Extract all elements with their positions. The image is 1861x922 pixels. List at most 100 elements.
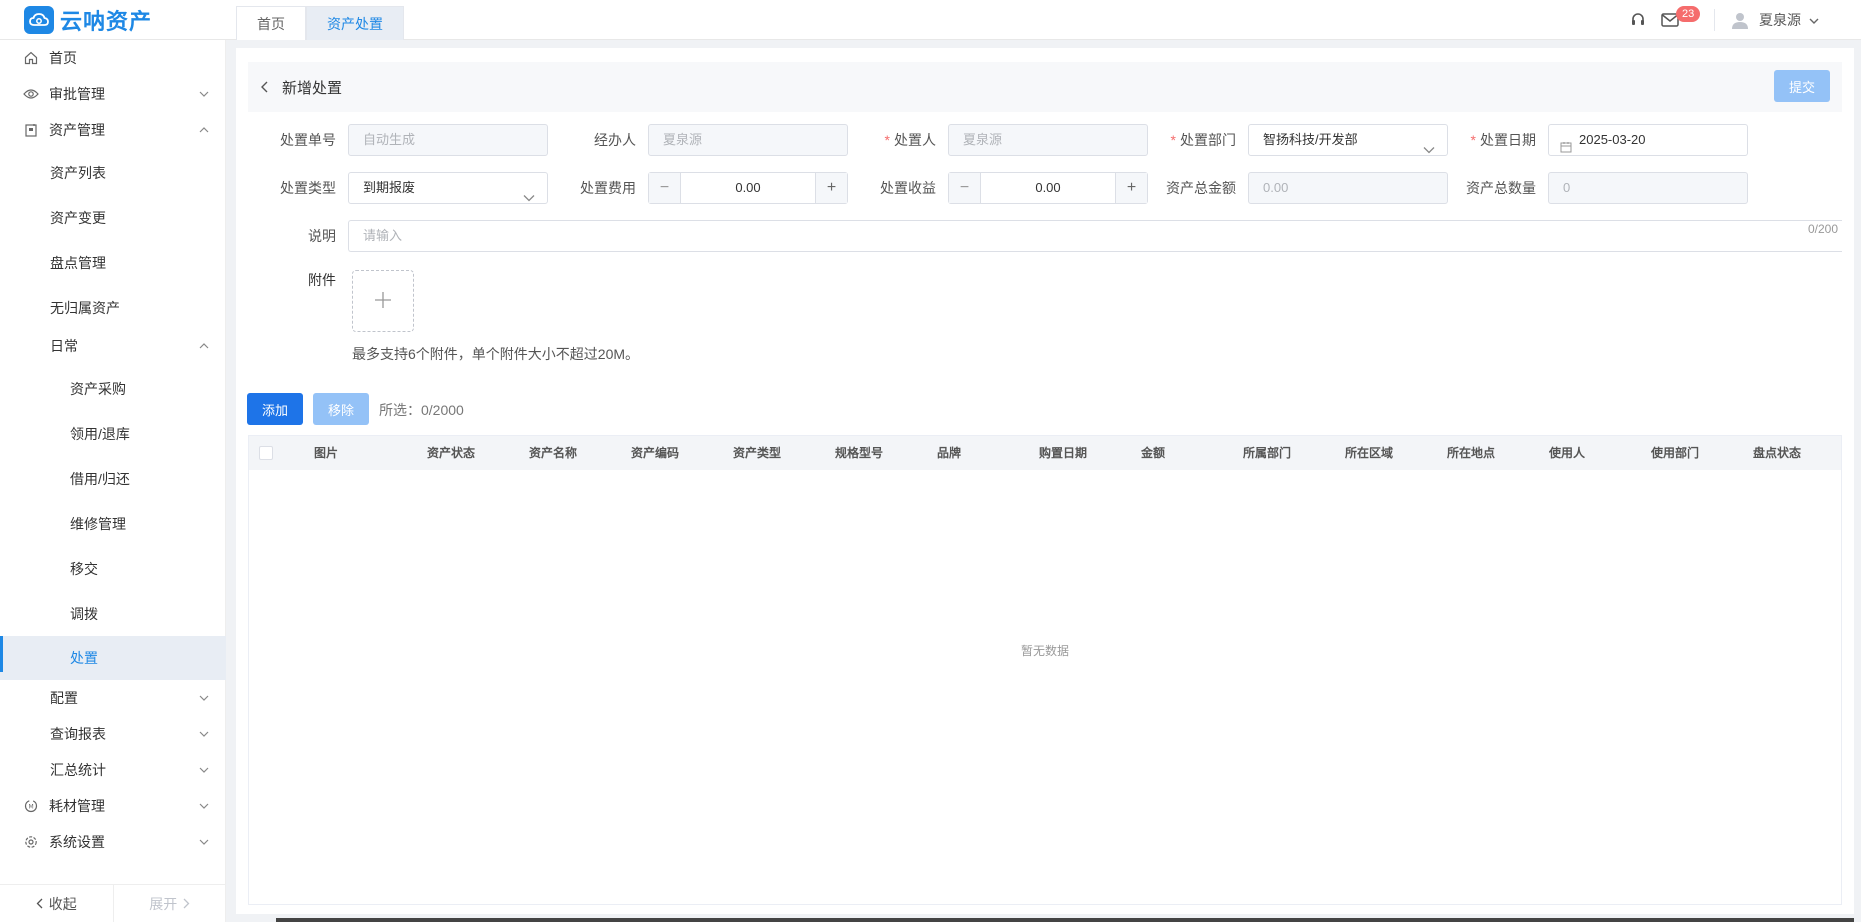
chevron-up-icon <box>198 340 210 352</box>
decrease-button[interactable]: − <box>949 173 981 203</box>
tab-asset-disposal[interactable]: 资产处置 <box>306 6 404 40</box>
sidebar-item-label: 系统设置 <box>49 834 105 850</box>
remove-button[interactable]: 移除 <box>313 393 369 425</box>
upload-button[interactable] <box>352 270 414 332</box>
column-header: 使用部门 <box>1651 446 1700 460</box>
sidebar-item-reports[interactable]: 查询报表 <box>0 716 226 752</box>
notification-badge: 23 <box>1676 6 1701 22</box>
required-mark: * <box>1470 132 1476 148</box>
sidebar-item-maintenance[interactable]: 维修管理 <box>0 506 226 542</box>
sidebar-item-approval[interactable]: 审批管理 <box>0 76 226 112</box>
collapse-button[interactable]: 收起 <box>0 885 113 922</box>
date-label: * 处置日期 <box>1456 124 1536 156</box>
app-name: 云呐资产 <box>60 9 153 34</box>
sidebar-item-label: 处置 <box>70 650 98 666</box>
total-amount-label: 资产总金额 <box>1166 180 1236 196</box>
sidebar-item-label: 审批管理 <box>49 86 105 102</box>
sidebar-item-config[interactable]: 配置 <box>0 680 226 716</box>
headset-icon[interactable] <box>1622 0 1654 40</box>
expand-button[interactable]: 展开 <box>112 885 227 922</box>
sidebar-item-label: 资产列表 <box>50 165 106 181</box>
cost-stepper: − 0.00 + <box>648 172 848 204</box>
sidebar-item-settings[interactable]: 系统设置 <box>0 824 226 860</box>
increase-button[interactable]: + <box>815 173 847 203</box>
chevron-left-icon <box>36 896 43 912</box>
mail-icon[interactable]: 23 <box>1654 0 1701 40</box>
column-header: 盘点状态 <box>1753 446 1802 460</box>
remark-placeholder: 请输入 <box>363 228 403 243</box>
user-menu[interactable]: 夏泉源 <box>1729 9 1861 31</box>
back-arrow-icon[interactable] <box>260 79 274 95</box>
top-bar: 云呐资产 首页 资产处置 23 夏泉源 <box>0 0 1861 40</box>
sidebar-item-transfer[interactable]: 调拨 <box>0 596 226 632</box>
header-actions: 23 夏泉源 <box>1622 0 1861 40</box>
department-select[interactable]: 智扬科技/开发部 <box>1248 124 1448 156</box>
sidebar-footer: 收起 展开 <box>0 884 226 922</box>
income-stepper: − 0.00 + <box>948 172 1148 204</box>
order-no-label: 处置单号 <box>280 132 336 148</box>
sidebar-item-label: 配置 <box>50 690 78 706</box>
income-label: 处置收益 <box>880 180 936 196</box>
selected-count: 所选：0/2000 <box>379 402 464 418</box>
disposer-field: 夏泉源 <box>948 124 1148 156</box>
date-picker[interactable]: 2025-03-20 <box>1548 124 1748 156</box>
consumable-icon: M <box>23 798 39 814</box>
total-amount-field: 0.00 <box>1248 172 1448 204</box>
eye-icon <box>23 86 39 102</box>
handler-label: 经办人 <box>594 132 636 148</box>
column-header: 所在区域 <box>1345 446 1394 460</box>
sidebar-item-asset-change[interactable]: 资产变更 <box>0 200 226 236</box>
sidebar-item-disposal[interactable]: 处置 <box>0 636 226 680</box>
tab-home[interactable]: 首页 <box>236 6 306 40</box>
sidebar-item-label: 日常 <box>50 338 78 354</box>
cost-input[interactable]: 0.00 <box>681 173 815 203</box>
sidebar-item-requisition[interactable]: 领用/退库 <box>0 416 226 452</box>
total-qty-label: 资产总数量 <box>1466 180 1536 196</box>
chevron-down-icon <box>198 764 210 776</box>
disposer-label: * 处置人 <box>856 124 936 156</box>
submit-button[interactable]: 提交 <box>1774 70 1830 102</box>
remark-input[interactable]: 请输入 0/200 <box>348 220 1842 252</box>
decrease-button[interactable]: − <box>649 173 681 203</box>
sidebar-item-label: 调拨 <box>70 606 98 622</box>
sidebar-item-statistics[interactable]: 汇总统计 <box>0 752 226 788</box>
add-button[interactable]: 添加 <box>247 393 303 425</box>
select-all-checkbox[interactable] <box>259 446 273 460</box>
sidebar-item-asset-list[interactable]: 资产列表 <box>0 155 226 191</box>
gear-icon <box>23 834 39 850</box>
column-header: 资产状态 <box>427 446 476 460</box>
sidebar-item-borrow[interactable]: 借用/归还 <box>0 461 226 497</box>
increase-button[interactable]: + <box>1115 173 1147 203</box>
column-header: 品牌 <box>937 446 962 460</box>
sidebar-item-label: 资产变更 <box>50 210 106 226</box>
type-value: 到期报废 <box>363 180 416 195</box>
handler-field: 夏泉源 <box>648 124 848 156</box>
sidebar-item-label: 耗材管理 <box>49 798 105 814</box>
sidebar-item-procurement[interactable]: 资产采购 <box>0 371 226 407</box>
required-mark: * <box>884 132 890 148</box>
column-header: 资产编码 <box>631 446 680 460</box>
sidebar-item-consumables[interactable]: M 耗材管理 <box>0 788 226 824</box>
chevron-down-icon <box>198 836 210 848</box>
sidebar-item-daily[interactable]: 日常 <box>0 328 226 364</box>
chevron-down-icon <box>198 692 210 704</box>
income-input[interactable]: 0.00 <box>981 173 1115 203</box>
sidebar-item-home[interactable]: 首页 <box>0 40 226 76</box>
sidebar-item-asset-management[interactable]: 资产管理 <box>0 112 226 148</box>
horizontal-scrollbar[interactable] <box>276 918 1854 922</box>
page-header: 新增处置 提交 <box>248 62 1842 112</box>
department-value: 智扬科技/开发部 <box>1263 132 1358 147</box>
required-mark: * <box>1170 132 1176 148</box>
sidebar-item-inventory[interactable]: 盘点管理 <box>0 245 226 281</box>
type-select[interactable]: 到期报废 <box>348 172 548 204</box>
app-logo[interactable]: 云呐资产 <box>24 6 152 34</box>
sidebar-item-label: 领用/退库 <box>70 426 130 442</box>
table-header: 图片 资产状态 资产名称 资产编码 资产类型 规格型号 品牌 购置日期 金额 所… <box>249 436 1841 470</box>
sidebar-item-label: 汇总统计 <box>50 762 106 778</box>
sidebar-item-handover[interactable]: 移交 <box>0 551 226 587</box>
sidebar-item-label: 资产采购 <box>70 381 126 397</box>
department-label: * 处置部门 <box>1156 124 1236 156</box>
sidebar-item-unassigned-assets[interactable]: 无归属资产 <box>0 290 226 326</box>
tab-bar: 首页 资产处置 <box>236 6 404 40</box>
expand-label: 展开 <box>149 895 178 912</box>
